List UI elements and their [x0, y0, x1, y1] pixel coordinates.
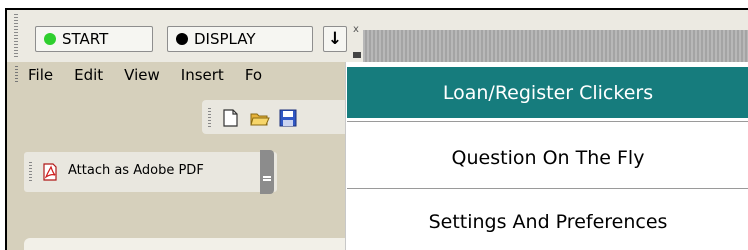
minimize-icon[interactable] — [353, 52, 361, 58]
menu-item-settings-and-preferences[interactable]: Settings And Preferences — [347, 196, 748, 247]
drag-strip[interactable] — [363, 30, 748, 64]
save-icon[interactable] — [278, 108, 298, 128]
attach-pdf-button[interactable]: Attach as Adobe PDF — [68, 163, 204, 178]
pdf-toolbar: Attach as Adobe PDF — [24, 152, 277, 192]
new-document-icon[interactable] — [220, 108, 240, 128]
menu-bar: File Edit View Insert Fo — [7, 62, 345, 88]
clicker-toolbar: START DISPLAY ↓ x — [7, 10, 748, 64]
menu-format[interactable]: Fo — [245, 66, 262, 84]
down-arrow-icon: ↓ — [327, 29, 343, 49]
chevron-down-icon — [263, 176, 271, 178]
open-folder-icon[interactable] — [250, 108, 270, 128]
menu-separator — [347, 121, 748, 122]
close-icon[interactable]: x — [351, 24, 361, 36]
display-button[interactable]: DISPLAY — [167, 26, 313, 52]
start-button[interactable]: START — [35, 26, 153, 52]
display-button-label: DISPLAY — [194, 30, 256, 48]
toolbar-grip[interactable] — [208, 108, 211, 128]
toolbar-grip[interactable] — [14, 14, 18, 58]
start-button-label: START — [62, 30, 109, 48]
adobe-pdf-icon — [43, 163, 57, 181]
standard-toolbar — [202, 100, 345, 134]
menu-insert[interactable]: Insert — [181, 66, 224, 84]
toolbar-options-button[interactable] — [260, 150, 274, 194]
document-panel — [24, 238, 345, 250]
menu-arrow-button[interactable]: ↓ — [323, 26, 347, 52]
menu-item-loan-register-clickers[interactable]: Loan/Register Clickers — [347, 67, 748, 118]
office-app-area: File Edit View Insert Fo Attach as Adobe… — [7, 62, 345, 250]
menu-separator — [347, 188, 748, 189]
toolbar-grip[interactable] — [29, 162, 32, 182]
menu-file[interactable]: File — [28, 66, 53, 84]
menubar-grip[interactable] — [15, 66, 18, 84]
green-dot-icon — [44, 33, 56, 45]
menu-item-question-on-the-fly[interactable]: Question On The Fly — [347, 132, 748, 183]
black-dot-icon — [176, 33, 188, 45]
menu-view[interactable]: View — [124, 66, 160, 84]
menu-edit[interactable]: Edit — [74, 66, 103, 84]
clicker-dropdown-menu: Loan/Register Clickers Question On The F… — [345, 62, 748, 250]
